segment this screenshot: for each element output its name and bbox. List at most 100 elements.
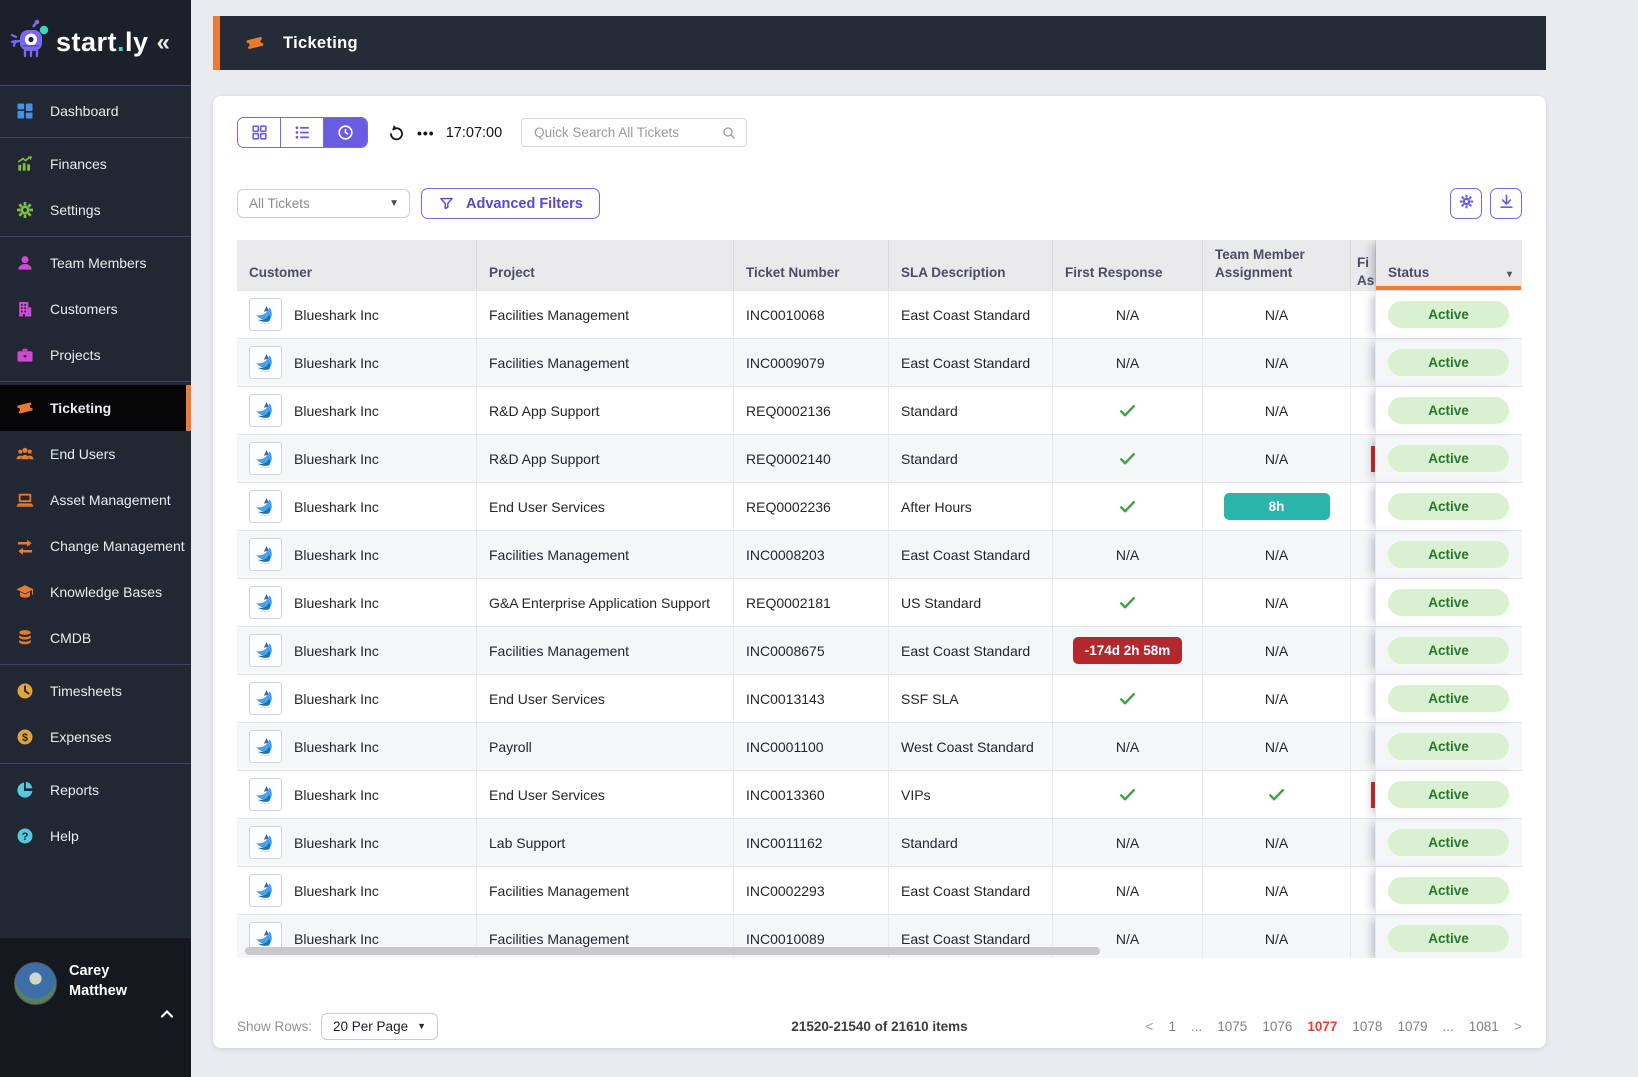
download-button[interactable]: [1490, 188, 1522, 219]
pagination-page-1081[interactable]: 1081: [1469, 1019, 1499, 1034]
status-badge[interactable]: Active: [1388, 685, 1509, 712]
pagination-page-1078[interactable]: 1078: [1352, 1019, 1382, 1034]
sidebar-item-end-users[interactable]: End Users: [0, 431, 191, 477]
table-row[interactable]: Blueshark Inc End User Services INC0013360…: [237, 770, 1522, 818]
table-row[interactable]: Blueshark Inc R&D App Support REQ0002140 St…: [237, 434, 1522, 482]
grid-view-button[interactable]: [238, 118, 281, 147]
customer-cell: Blueshark Inc: [237, 579, 477, 626]
sidebar-item-dashboard[interactable]: Dashboard: [0, 88, 191, 134]
pagination-page-1[interactable]: 1: [1168, 1019, 1176, 1034]
sidebar-item-change-management[interactable]: Change Management: [0, 523, 191, 569]
pagination-page-1079[interactable]: 1079: [1397, 1019, 1427, 1034]
pagination-page-1077[interactable]: 1077: [1307, 1019, 1337, 1034]
ticket-number-cell: INC0008203: [734, 531, 889, 578]
table-row[interactable]: Blueshark Inc Facilities Management INC000…: [237, 626, 1522, 674]
team-assignment-value: N/A: [1264, 546, 1289, 563]
status-badge[interactable]: Active: [1388, 541, 1509, 568]
col-header-ticket-number[interactable]: Ticket Number: [734, 240, 889, 290]
sidebar-item-asset-management[interactable]: Asset Management: [0, 477, 191, 523]
sidebar-item-customers[interactable]: Customers: [0, 286, 191, 332]
pagination: <1... 1075 1076 1077 1078 1079... 1081 >: [1145, 1018, 1522, 1034]
table-settings-button[interactable]: [1450, 188, 1482, 219]
status-badge[interactable]: Active: [1388, 301, 1509, 328]
sidebar-item-timesheets[interactable]: Timesheets: [0, 668, 191, 714]
sidebar-item-help[interactable]: ? Help: [0, 813, 191, 859]
first-response-check-icon: [1118, 449, 1137, 468]
user-profile[interactable]: Carey Matthew: [0, 938, 191, 1077]
status-badge[interactable]: Active: [1388, 445, 1509, 472]
project-name: Facilities Management: [489, 546, 630, 563]
status-badge[interactable]: Active: [1388, 637, 1509, 664]
status-badge[interactable]: Active: [1388, 877, 1509, 904]
col-header-project[interactable]: Project: [477, 240, 734, 290]
table-row[interactable]: Blueshark Inc End User Services REQ0002236…: [237, 482, 1522, 530]
status-badge[interactable]: Active: [1388, 925, 1509, 952]
status-badge[interactable]: Active: [1388, 349, 1509, 376]
status-badge[interactable]: Active: [1388, 589, 1509, 616]
table-row[interactable]: Blueshark Inc Lab Support INC0011162 Standa…: [237, 818, 1522, 866]
search-input[interactable]: [534, 125, 722, 140]
chevron-up-icon[interactable]: [157, 1004, 177, 1029]
col-header-first-response[interactable]: First Response: [1053, 240, 1203, 290]
list-view-button[interactable]: [281, 118, 324, 147]
customer-logo-icon: [249, 394, 282, 427]
status-badge[interactable]: Active: [1388, 397, 1509, 424]
col-header-customer[interactable]: Customer: [237, 240, 477, 290]
status-badge[interactable]: Active: [1388, 733, 1509, 760]
sidebar-item-ticketing[interactable]: Ticketing: [0, 385, 191, 431]
table-row[interactable]: Blueshark Inc Facilities Management INC001…: [237, 290, 1522, 338]
team-assignment-cell: N/A: [1203, 387, 1351, 434]
table-row[interactable]: Blueshark Inc End User Services INC0013143…: [237, 674, 1522, 722]
sidebar-item-finances[interactable]: Finances: [0, 141, 191, 187]
pagination-page-1076[interactable]: 1076: [1262, 1019, 1292, 1034]
project-name: Facilities Management: [489, 354, 630, 371]
sidebar-item-expenses[interactable]: $ Expenses: [0, 714, 191, 760]
sidebar-item-reports[interactable]: Reports: [0, 767, 191, 813]
col-header-team-member-assignment[interactable]: Team Member Assignment: [1203, 240, 1351, 290]
pagination-next[interactable]: >: [1514, 1018, 1522, 1034]
status-badge[interactable]: Active: [1388, 493, 1509, 520]
time-view-button[interactable]: [324, 118, 367, 147]
table-row[interactable]: Blueshark Inc Facilities Management INC000…: [237, 530, 1522, 578]
ticketing-icon: [244, 32, 266, 54]
sidebar-item-team-members[interactable]: Team Members: [0, 240, 191, 286]
pagination-prev[interactable]: <: [1145, 1018, 1153, 1034]
table-row[interactable]: Blueshark Inc Facilities Management INC000…: [237, 866, 1522, 914]
ticket-number: REQ0002236: [746, 498, 831, 515]
customer-name: Blueshark Inc: [294, 498, 379, 515]
pagination-page-1075[interactable]: 1075: [1217, 1019, 1247, 1034]
table-row[interactable]: Blueshark Inc Facilities Management INC000…: [237, 338, 1522, 386]
table-row[interactable]: Blueshark Inc G&A Enterprise Application …: [237, 578, 1522, 626]
truncated-cell: [1351, 483, 1376, 530]
sidebar-collapse-icon[interactable]: «: [157, 29, 170, 57]
status-cell: Active: [1376, 435, 1521, 482]
status-badge[interactable]: Active: [1388, 829, 1509, 856]
sidebar-item-projects[interactable]: Projects: [0, 332, 191, 378]
sidebar-item-settings[interactable]: Settings: [0, 187, 191, 233]
refresh-icon[interactable]: [387, 123, 406, 142]
svg-text:$: $: [22, 732, 28, 744]
more-options-icon[interactable]: •••: [417, 125, 435, 141]
sidebar-item-knowledge-bases[interactable]: Knowledge Bases: [0, 569, 191, 615]
ticket-filter-select[interactable]: All Tickets ▼: [237, 189, 410, 218]
sidebar-item-label: End Users: [50, 446, 116, 462]
customer-name: Blueshark Inc: [294, 738, 379, 755]
horizontal-scrollbar[interactable]: [245, 947, 1100, 955]
sidebar-item-label: Dashboard: [50, 103, 119, 119]
col-header-truncated[interactable]: Fi As: [1351, 240, 1376, 290]
sidebar-divider: [0, 381, 191, 382]
customer-logo-icon: [249, 874, 282, 907]
search-icon[interactable]: [721, 125, 737, 141]
col-header-sla-description[interactable]: SLA Description: [889, 240, 1053, 290]
advanced-filters-button[interactable]: Advanced Filters: [421, 188, 600, 219]
table-row[interactable]: Blueshark Inc R&D App Support REQ0002136 St…: [237, 386, 1522, 434]
status-badge[interactable]: Active: [1388, 781, 1509, 808]
table-row[interactable]: Blueshark Inc Payroll INC0001100 West Coast…: [237, 722, 1522, 770]
per-page-select[interactable]: 20 Per Page ▼: [321, 1012, 439, 1040]
caret-down-icon[interactable]: ▾: [1507, 268, 1512, 282]
customer-logo-icon: [249, 682, 282, 715]
project-cell: End User Services: [477, 483, 734, 530]
sidebar-item-cmdb[interactable]: CMDB: [0, 615, 191, 661]
col-header-status[interactable]: Status ▾: [1376, 240, 1521, 290]
app-logo[interactable]: start.ly «: [0, 0, 191, 86]
